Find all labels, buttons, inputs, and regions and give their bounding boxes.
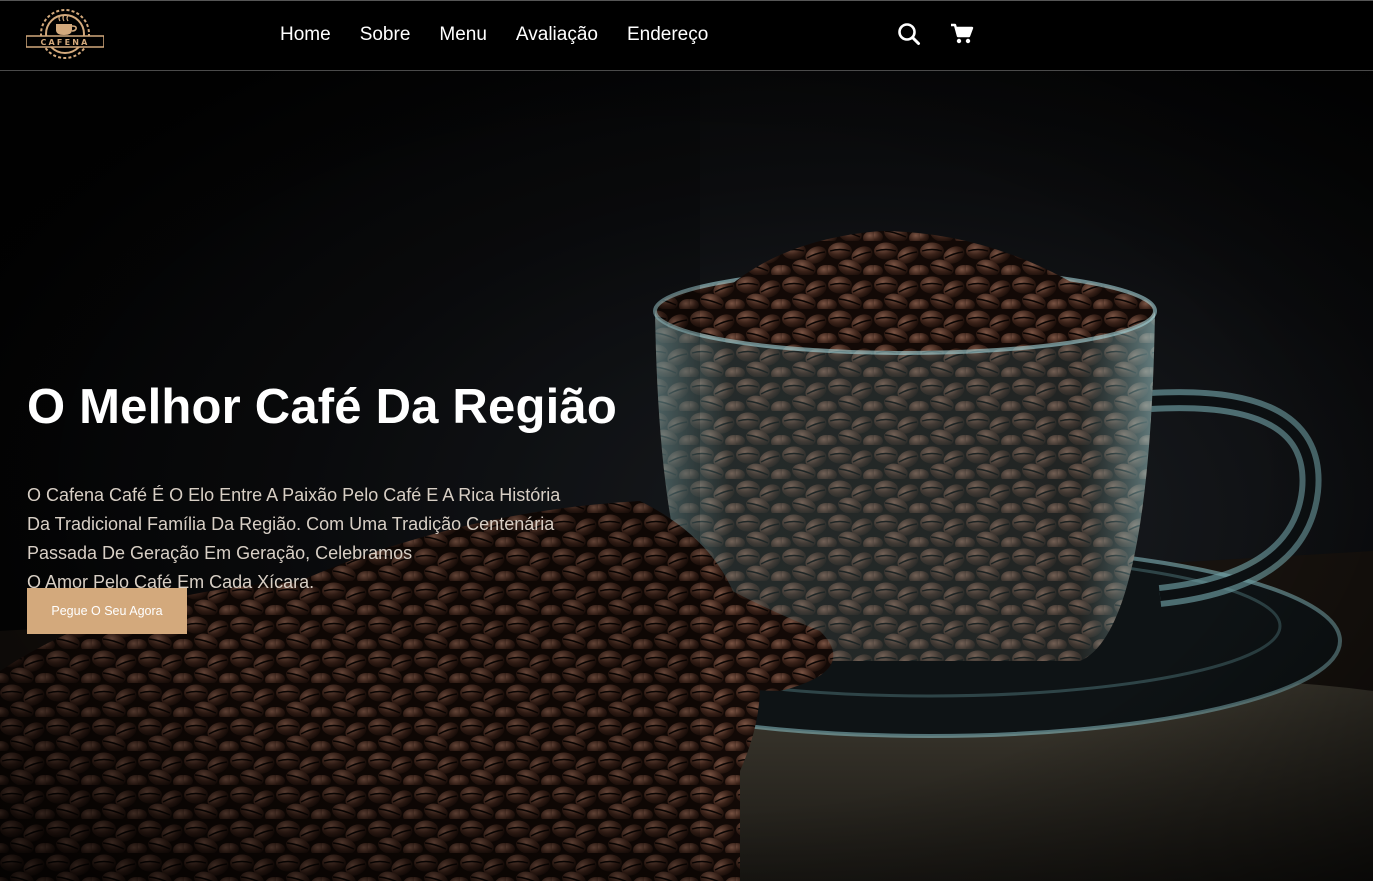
nav-item-avaliacao[interactable]: Avaliação (516, 23, 598, 47)
search-button[interactable] (896, 21, 922, 47)
cafena-logo[interactable]: CAFENA (25, 4, 105, 66)
main-nav: Home Sobre Menu Avaliação Endereço (280, 23, 737, 47)
hero-section: O Melhor Café Da Região O Cafena Café É … (0, 71, 1373, 881)
coffee-cup-gear-logo-icon: CAFENA (25, 9, 105, 59)
nav-item-endereco[interactable]: Endereço (627, 23, 708, 47)
nav-item-home[interactable]: Home (280, 23, 331, 47)
hero-description-line: O Cafena Café É O Elo Entre A Paixão Pel… (27, 485, 561, 505)
hero-background-image (0, 71, 1373, 881)
search-icon (898, 23, 920, 45)
logo-text: CAFENA (40, 38, 89, 47)
cart-icon (951, 23, 974, 44)
hero-description-line: Da Tradicional Família Da Região. Com Um… (27, 514, 555, 534)
hero-description: O Cafena Café É O Elo Entre A Paixão Pel… (27, 481, 627, 597)
nav-item-menu[interactable]: Menu (439, 23, 487, 47)
cart-button[interactable] (949, 21, 975, 47)
top-navbar: CAFENA Home Sobre Menu Avaliação Endereç… (0, 0, 1373, 71)
hero-description-line: Passada De Geração Em Geração, Celebramo… (27, 543, 413, 563)
hero-title: O Melhor Café Da Região (27, 380, 617, 434)
get-yours-button[interactable]: Pegue O Seu Agora (27, 588, 187, 634)
nav-item-sobre[interactable]: Sobre (360, 23, 411, 47)
